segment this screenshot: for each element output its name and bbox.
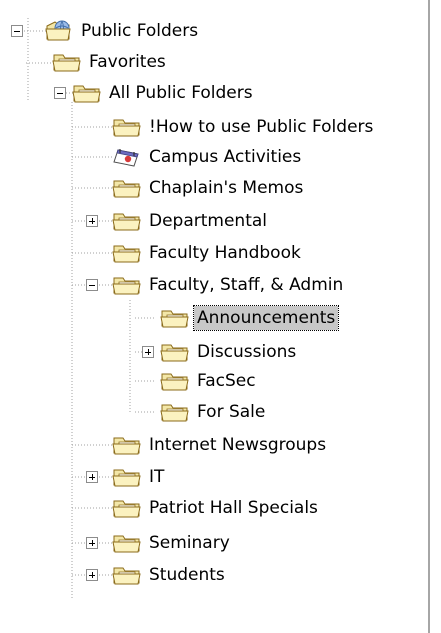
tree-item-label: Seminary: [149, 533, 230, 553]
expand-toggle-departmental[interactable]: [86, 215, 98, 227]
expand-toggle-discussions[interactable]: [142, 346, 154, 358]
folder-icon: [160, 404, 189, 422]
collapse-toggle-faculty-staff-admin[interactable]: [86, 279, 98, 291]
tree-item-label: Favorites: [89, 52, 166, 72]
tree-item-favorites[interactable]: Favorites: [50, 49, 169, 75]
tree-item-label: For Sale: [197, 402, 266, 422]
folder-icon: [72, 85, 101, 103]
tree-item-label: Chaplain's Memos: [149, 178, 304, 198]
tree-item-facsec[interactable]: FacSec: [158, 368, 259, 394]
tree-item-how-to-use-public-folders[interactable]: !How to use Public Folders: [110, 114, 376, 140]
tree-item-chaplains-memos[interactable]: Chaplain's Memos: [110, 175, 306, 201]
folder-icon: [112, 245, 141, 263]
folder-icon: [160, 310, 189, 328]
tree-item-for-sale[interactable]: For Sale: [158, 399, 268, 425]
folder-icon: [112, 180, 141, 198]
tree-item-public-folders[interactable]: Public Folders: [42, 18, 201, 44]
tree-item-label: Internet Newsgroups: [149, 435, 327, 455]
calendar-icon: [113, 149, 139, 167]
folder-icon: [112, 500, 141, 518]
tree-item-all-public-folders[interactable]: All Public Folders: [70, 80, 256, 106]
tree-item-label: Public Folders: [81, 21, 199, 41]
folder-icon: [160, 373, 189, 391]
folder-icon: [112, 213, 141, 231]
tree-item-patriot-hall-specials[interactable]: Patriot Hall Specials: [110, 495, 321, 521]
globe-folder-icon: [45, 20, 71, 41]
tree-item-faculty-staff-admin[interactable]: Faculty, Staff, & Admin: [110, 272, 346, 298]
tree-item-discussions[interactable]: Discussions: [158, 339, 299, 365]
tree-item-label: IT: [149, 467, 165, 487]
tree-item-departmental[interactable]: Departmental: [110, 208, 270, 234]
folder-tree-pane[interactable]: Public Folders Favorites All Public Fold…: [0, 0, 430, 633]
tree-item-label: Faculty Handbook: [149, 243, 301, 263]
tree-item-campus-activities[interactable]: Campus Activities: [110, 144, 304, 170]
folder-icon: [112, 469, 141, 487]
tree-item-students[interactable]: Students: [110, 562, 228, 588]
tree-item-label: !How to use Public Folders: [149, 117, 374, 137]
expand-toggle-it[interactable]: [86, 471, 98, 483]
collapse-toggle-all-public-folders[interactable]: [54, 87, 66, 99]
tree-item-label: Departmental: [149, 211, 268, 231]
tree-item-announcements[interactable]: Announcements: [158, 305, 340, 331]
tree-item-label: FacSec: [197, 371, 256, 391]
tree-item-internet-newsgroups[interactable]: Internet Newsgroups: [110, 432, 329, 458]
tree-item-it[interactable]: IT: [110, 464, 167, 490]
collapse-toggle-public-folders[interactable]: [11, 25, 23, 37]
folder-icon: [112, 277, 141, 295]
folder-icon: [112, 119, 141, 137]
tree-item-label: Faculty, Staff, & Admin: [149, 275, 344, 295]
folder-icon: [112, 437, 141, 455]
folder-icon: [160, 344, 189, 362]
expand-toggle-seminary[interactable]: [86, 537, 98, 549]
tree-item-label: All Public Folders: [109, 83, 253, 103]
tree-item-label: Patriot Hall Specials: [149, 498, 318, 518]
tree-item-label: Campus Activities: [149, 147, 302, 167]
folder-icon: [112, 567, 141, 585]
tree-item-seminary[interactable]: Seminary: [110, 530, 233, 556]
tree-item-label: Discussions: [197, 342, 297, 362]
tree-item-label: Students: [149, 565, 225, 585]
tree-item-faculty-handbook[interactable]: Faculty Handbook: [110, 240, 304, 266]
tree-item-label-selected: Announcements: [192, 305, 340, 331]
folder-icon: [52, 54, 81, 72]
folder-icon: [112, 535, 141, 553]
expand-toggle-students[interactable]: [86, 569, 98, 581]
